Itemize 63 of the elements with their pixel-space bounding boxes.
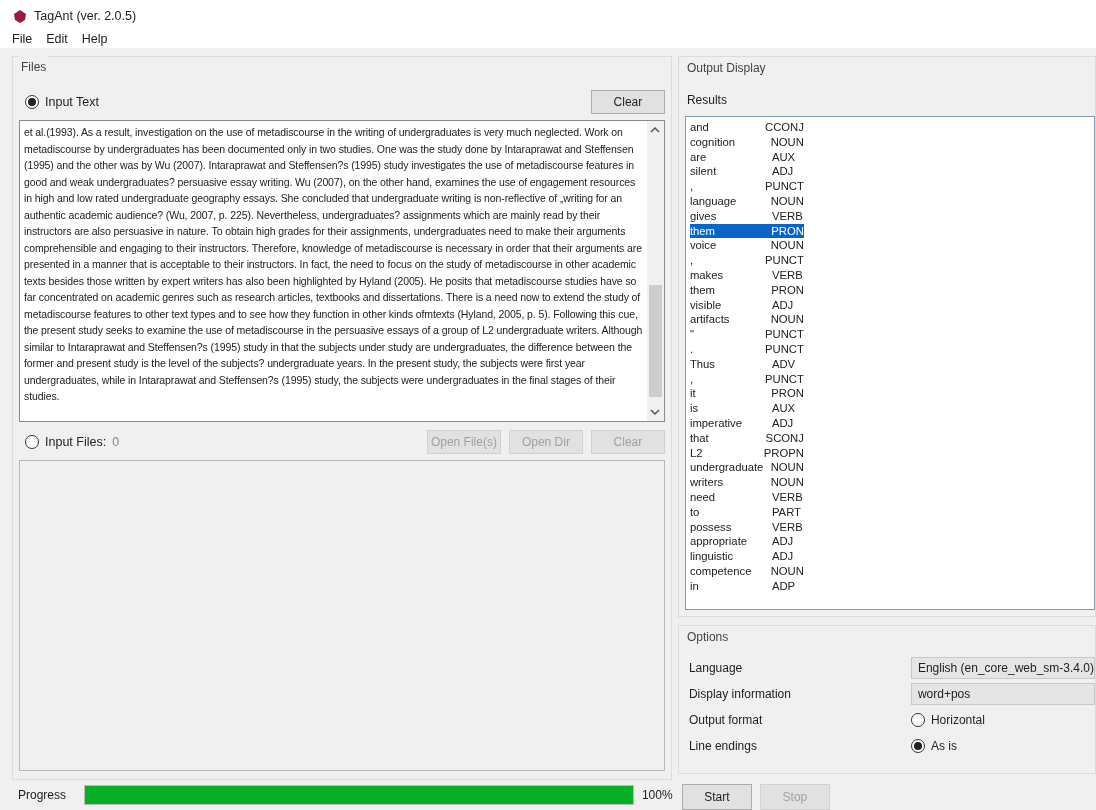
results-label: Results: [686, 92, 728, 109]
result-row[interactable]: need VERB: [689, 489, 804, 505]
app-logo-icon: [12, 8, 28, 24]
result-row[interactable]: , PUNCT: [689, 179, 804, 194]
result-row[interactable]: L2 PROPN: [689, 445, 804, 461]
result-row[interactable]: competence NOUN: [689, 563, 804, 579]
result-row[interactable]: appropriate ADJ: [689, 534, 804, 550]
file-count: 0: [112, 433, 120, 451]
result-row[interactable]: cognition NOUN: [689, 134, 804, 150]
results-list[interactable]: [684, 116, 1095, 611]
option-label: Language: [688, 660, 744, 678]
result-row[interactable]: makes VERB: [689, 267, 804, 283]
scroll-down-icon[interactable]: [650, 407, 661, 417]
scrollbar[interactable]: [646, 121, 664, 421]
result-row[interactable]: to PART: [689, 504, 804, 520]
result-row[interactable]: imperative ADJ: [689, 415, 804, 431]
window-title: TagAnt (ver. 2.0.5): [34, 7, 137, 25]
radio-label: Input Text: [45, 93, 99, 111]
result-row[interactable]: language NOUN: [689, 194, 804, 209]
result-row[interactable]: writers NOUN: [689, 475, 804, 490]
progress-reading: 100%: [641, 787, 672, 804]
option-label: Output format: [688, 712, 764, 730]
radio-label: As is: [930, 738, 957, 756]
scroll-thumb[interactable]: [648, 285, 662, 397]
result-row[interactable]: silent ADJ: [689, 164, 804, 180]
result-row[interactable]: visible ADJ: [689, 297, 804, 313]
scroll-up-icon[interactable]: [650, 125, 661, 135]
result-row[interactable]: that SCONJ: [689, 430, 804, 446]
result-row[interactable]: is AUX: [689, 401, 804, 416]
menu-item[interactable]: Edit: [46, 29, 68, 49]
option-label: Line endings: [688, 738, 758, 756]
option-label: Display information: [688, 686, 792, 704]
radio-button[interactable]: [910, 739, 925, 754]
result-row[interactable]: , PUNCT: [689, 371, 804, 387]
radio-button[interactable]: [910, 713, 925, 728]
result-row[interactable]: in ADP: [689, 578, 804, 594]
menu-item[interactable]: File: [12, 29, 33, 49]
radio-label: Input Files:: [45, 433, 107, 451]
result-row[interactable]: artifacts NOUN: [689, 312, 804, 328]
result-row[interactable]: it PRON: [689, 386, 804, 402]
result-row[interactable]: them PRON: [689, 282, 804, 298]
result-row[interactable]: are AUX: [689, 149, 804, 165]
dropdown[interactable]: English (en_core_web_sm-3.4.0): [910, 657, 1095, 680]
progress-label: Progress: [18, 787, 68, 804]
result-row[interactable]: " PUNCT: [689, 327, 804, 342]
result-row[interactable]: Thus ADV: [689, 356, 804, 372]
result-row[interactable]: possess VERB: [689, 519, 804, 535]
radio-button[interactable]: [25, 435, 39, 449]
radio-button[interactable]: [25, 95, 39, 109]
result-row[interactable]: linguistic ADJ: [689, 549, 804, 564]
result-row[interactable]: gives VERB: [689, 208, 804, 224]
result-row[interactable]: undergraduate NOUN: [689, 460, 804, 476]
dropdown[interactable]: word+pos: [910, 683, 1095, 706]
text-area[interactable]: et al.(1993). As a result, investigation on the use of metadiscourse in the writing of undergraduates is very much neglected. Work on metadiscourse by undergraduates has been documented only in two studies. One was the study done by Intaraprawat and Steffensen (1995) and the other was by Wu (2007). Intaraprawat and Steffensen?s (1995) study investigates the use of metadiscourse features in good and weak undergraduates? persuasive essay writing. Wu (2007), on the other hand, examines the use of engagement resources in high and low rated undergraduate geography essays. She concluded that undergraduate writing is non-reflective of „writing for an authentic academic audience? (Wu, 2007, p. 225). Nevertheless, undergraduates? assignments which are mainly read by their instructors are also persuasive in nature. To obtain high grades for their assignments, undergraduates need to make their arguments comprehensible and engaging to their instructors. Therefore, knowledge of metadiscourse is necessary in order that their arguments are presented in a manner that is acceptable to their instructors. In fact, the need to focus on the study of metadiscourse in other academic texts besides those written by expert writers has also been highlighted by Hyland (2005). He posits that metadiscourse studies have so far concentrated on academic genres such as research articles, textbooks and dissertations. There is a need now to extend the study of metadiscourse features to other text types and to see how they function in other kinds ofmtexts (Hyland, 2005, p. 5). Following this cue, the present study seeks to examine the use of metadiscourse in the persuasive essays of a group of L2 undergraduate writers. Although similar to Intaraprawat and Steffensen?s (1995) study in that the subjects under study are undergraduates, the difference between the former and present study is the level of the subjects? undergraduate years. In the present study, the subjects were first year undergraduates, while in Intaraprawat and Steffensen?s (1995) study, the subjects were undergraduates in the final stages of their studies.: [19, 120, 665, 422]
result-row[interactable]: and CCONJ: [689, 120, 804, 135]
action-button[interactable]: Start: [681, 784, 752, 810]
action-button[interactable]: Clear: [590, 90, 665, 114]
menu-item[interactable]: Help: [81, 29, 108, 49]
result-row[interactable]: . PUNCT: [689, 341, 804, 357]
result-row[interactable]: voice NOUN: [689, 238, 804, 254]
result-row[interactable]: them PRON: [689, 223, 804, 239]
result-row[interactable]: , PUNCT: [689, 253, 804, 268]
radio-label: Horizontal: [930, 712, 985, 730]
